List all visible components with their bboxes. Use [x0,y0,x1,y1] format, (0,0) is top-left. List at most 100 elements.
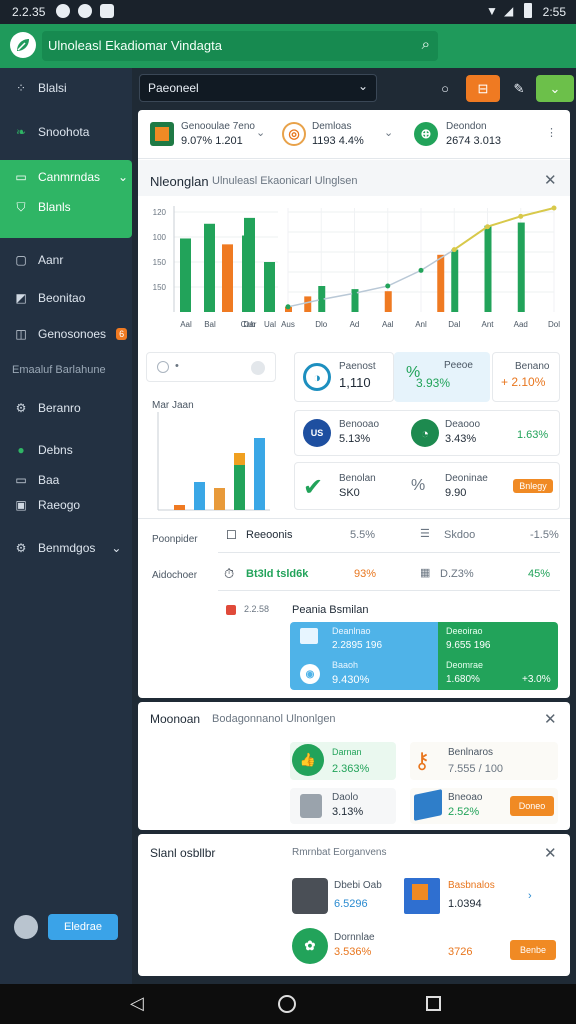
bar [214,488,225,510]
close-icon[interactable]: ✕ [544,171,557,189]
sidebar-item-benmdgos[interactable]: ⚙ Benmdgos ⌄ [0,530,132,566]
chevron-down-icon[interactable]: ⌄ [256,126,265,139]
stat-tile[interactable]: 👍 Darnan 2.363% [290,742,396,780]
row-name[interactable]: Skdoo [444,529,475,541]
x-tick-label: Aad [514,320,528,329]
stat-tile[interactable]: Daolo 3.13% [290,788,396,824]
tile-value: 3726 [448,946,473,958]
row-name[interactable]: D.Z3% [440,568,474,580]
sidebar-item-label: Baa [38,473,60,487]
tile-value: 3.536% [334,946,372,958]
bar [437,254,445,312]
row-name[interactable]: Reeoonis [246,529,292,541]
action-pill[interactable]: Bnlegy [513,479,553,493]
gear-icon: ⚙ [15,401,27,415]
panel-label: Deanlnao [332,626,371,636]
sidebar-item-label: Beranro [38,401,81,415]
badge-icon: ✿ [292,928,328,964]
tile-value: 7.555 / 100 [448,763,504,775]
check-chart-icon: ✔ [303,474,324,501]
summary-green-panel[interactable]: Deeoirao 9.655 196 Deomrae 1.680% +3.0% [438,622,558,690]
kpi-label: Demloas [312,121,352,132]
sidebar-item-aanr[interactable]: ▢ Aanr [0,242,132,278]
search-text: • [175,360,179,372]
chart-title: Nleonglan [150,174,209,189]
search-button[interactable]: ○ [432,75,458,102]
sidebar-group-canmrndas[interactable]: ▭ Canmrndas ⌄ ⛉ Blanls [0,160,132,238]
divider [138,158,570,159]
action-pill[interactable]: Benbe [510,940,556,960]
row-name[interactable]: Bt3ld tsld6k [246,568,308,580]
sidebar-item-raeogo[interactable]: ▣ Raeogo [0,487,132,523]
app-logo[interactable] [10,32,36,58]
status-time: 2.2.35 [12,5,46,19]
toggle-icon[interactable] [251,361,265,375]
stat-tile[interactable]: ⚷ Benlnaros 7.555 / 100 [410,742,558,780]
tag-icon: ⊟ [477,80,489,96]
book-icon [414,789,442,821]
sidebar-item-label: Raeogo [38,498,81,512]
close-icon[interactable]: ✕ [544,710,557,728]
sidebar-footer-button[interactable]: Eledrae [48,914,118,940]
tag-button[interactable]: ⊟ [466,75,500,102]
search-icon[interactable]: ⌕ [422,36,430,53]
sidebar-item-beonitao[interactable]: ◩ Beonitao [0,280,132,316]
mini-search-input[interactable]: • [146,352,276,382]
row-value: 45% [528,568,551,580]
more-vertical-icon[interactable]: ⋮ [546,126,557,139]
chevron-right-icon[interactable]: › [528,890,532,902]
box-icon: ▣ [15,498,27,512]
stat-row[interactable]: US Benooao 5.13% ◔ Deaooo 3.43% 1.63% [294,410,560,456]
stat-row[interactable]: ✔ Benolan SK0 % Deoninae 9.90 Bnlegy [294,462,560,510]
bar [244,217,255,312]
stat-tile[interactable]: Bneoao 2.52% Doneo [410,788,558,824]
sidebar-item-blalsi[interactable]: ⁘ Blalsi [0,70,132,106]
summary-blue-panel[interactable]: Deanlnao 2.2895 196 ◉ Baaoh 9.430% [290,622,438,690]
tile-value: 2.52% [448,806,480,818]
recents-icon[interactable] [426,996,441,1011]
tile-value: 3.93% [416,376,451,390]
sidebar-item-label: Blalsi [38,81,67,95]
edit-button[interactable]: ✎ [506,75,532,102]
tile-label: Benano [515,361,550,372]
row-value: 5.5% [350,529,376,541]
key-icon: ⚷ [414,748,431,773]
stat-tile[interactable]: Benano + 2.10% [492,352,560,402]
document-icon [300,794,322,818]
row-value: 93% [354,568,377,580]
signal-icon: ◢ [504,4,514,18]
tile-label: Benolan [339,473,376,484]
sidebar-item-beranro[interactable]: ⚙ Beranro [0,390,132,426]
section-subtitle: Bodagonnanol Ulnonlgen [212,713,336,725]
avatar[interactable] [14,915,38,939]
filter-dropdown[interactable]: Paeoneel ⌄ [139,74,377,102]
search-input[interactable]: Ulnoleasl Ekadiomar Vindagta ⌕ [42,31,438,61]
panel-value: 2.2895 196 [332,640,383,651]
divider [218,590,560,591]
stat-tile[interactable]: ◑ Paenost 1,110 [294,352,394,402]
tile-change: 1.63% [517,429,549,441]
sidebar-item-label: Debns [38,443,73,457]
back-icon[interactable]: ◁ [130,993,144,1014]
bar [264,262,275,312]
chevron-down-icon: ⌄ [357,79,368,93]
chevron-down-icon[interactable]: ⌄ [384,126,393,139]
x-tick-label: Dol [548,320,560,329]
sidebar-item-genosonoes[interactable]: ◫ Genosonoes 6 [0,316,132,352]
row-label: Poonpider [152,534,198,545]
kpi-value: 1193 4.4% [312,135,364,147]
tile-label: Peeoe [444,360,473,371]
x-tick-label: Dar [244,320,257,329]
leaf-icon: ❧ [15,125,27,139]
stat-tile[interactable]: % Peeoe 3.93% [394,352,490,402]
panel-value: 9.655 196 [446,640,491,651]
home-icon[interactable] [278,995,296,1013]
y-tick-label: 150 [153,283,167,292]
confirm-button[interactable]: ⌄ [536,75,574,102]
shirt-icon: ⛉ [16,199,26,214]
gear-icon: ⚙ [15,541,27,555]
x-tick-label: Aus [281,320,295,329]
action-pill[interactable]: Doneo [510,796,554,816]
close-icon[interactable]: ✕ [544,844,557,862]
sidebar-item-snoohota[interactable]: ❧ Snoohota [0,114,132,150]
